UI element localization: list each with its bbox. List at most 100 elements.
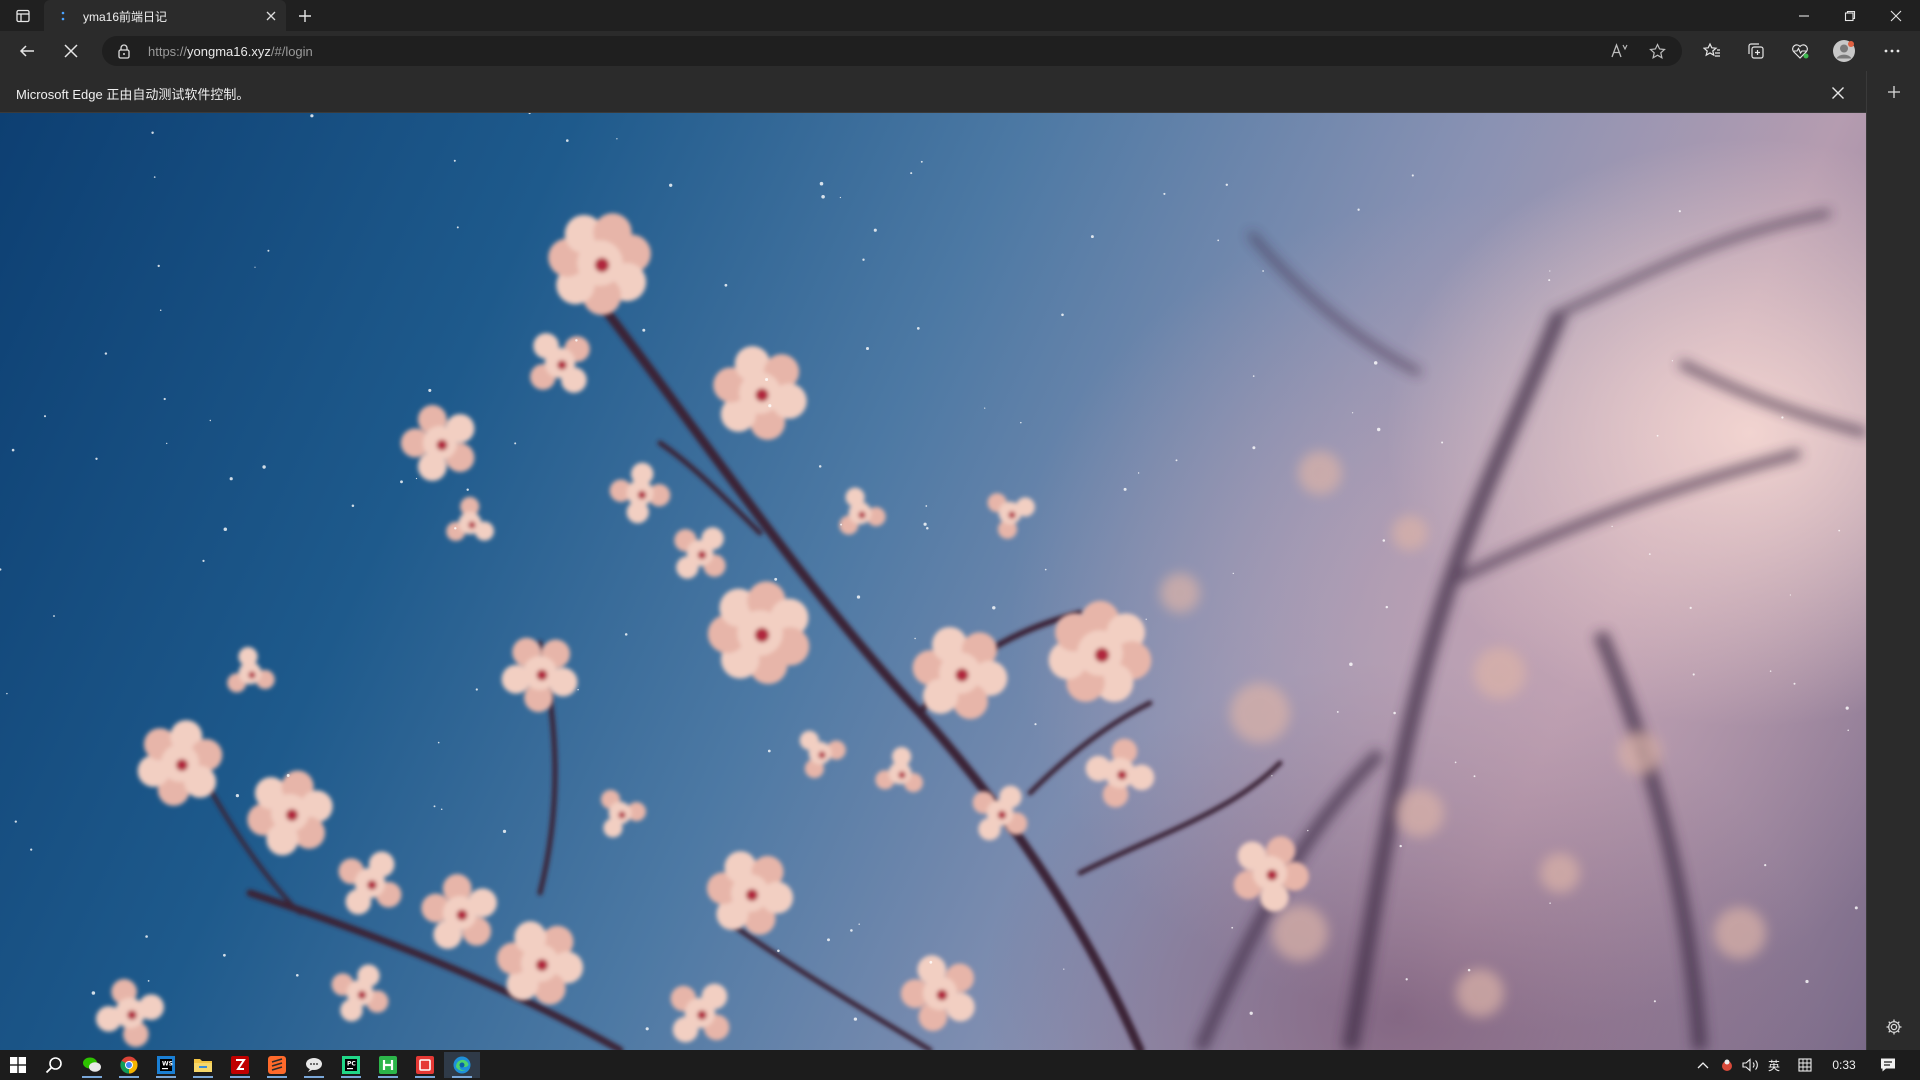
blossom-stamen (536, 669, 548, 681)
browser-essentials-button[interactable] (1785, 37, 1815, 65)
blossom-stamen (248, 671, 256, 679)
sparkle-dot (1845, 706, 1849, 710)
sparkle-dot (1648, 553, 1651, 555)
sparkle-dot (453, 159, 456, 162)
taskbar-webstorm[interactable]: WS (148, 1052, 184, 1078)
collections-button[interactable] (1741, 37, 1771, 65)
taskbar-filezilla[interactable] (222, 1052, 258, 1078)
sparkle-dot (992, 606, 996, 610)
new-tab-button[interactable] (292, 4, 318, 28)
blossom-stamen (997, 810, 1007, 820)
sparkle-dot (254, 266, 256, 268)
settings-more-button[interactable] (1877, 37, 1907, 65)
start-button[interactable] (0, 1052, 36, 1078)
blossom-stamen (697, 1010, 707, 1020)
blossom-stamen (557, 360, 567, 370)
sparkle-dot (1232, 572, 1235, 575)
sparkle-dot (1805, 979, 1809, 984)
back-button[interactable] (12, 37, 42, 65)
sidebar-settings-button[interactable] (1883, 1016, 1905, 1038)
profile-button[interactable] (1829, 37, 1859, 65)
edge-icon (453, 1056, 471, 1074)
sparkle-dot (456, 226, 459, 229)
infobar-close-button[interactable] (1828, 83, 1848, 103)
taskbar-edge[interactable] (444, 1052, 480, 1078)
sparkle-dot (1163, 192, 1166, 195)
restore-button[interactable] (1827, 0, 1873, 31)
read-aloud-button[interactable] (1610, 42, 1630, 60)
sparkle-dot (767, 749, 771, 753)
gear-icon (1886, 1019, 1902, 1035)
sparkle-dot (1123, 487, 1127, 491)
sparkle-dot (839, 196, 842, 199)
address-bar[interactable]: https://yongma16.xyz/#/login (102, 36, 1682, 66)
taskbar-search-button[interactable] (36, 1052, 72, 1078)
taskbar-wechat[interactable] (74, 1052, 110, 1078)
tray-overflow-button[interactable] (1694, 1050, 1712, 1080)
sparkle-dot (853, 1017, 858, 1021)
sparkle-dot (14, 820, 17, 823)
sparkle-dot (616, 138, 618, 140)
automation-infobar: Microsoft Edge 正由自动测试软件控制。 (0, 71, 1866, 113)
url-text[interactable]: https://yongma16.xyz/#/login (148, 44, 313, 59)
add-favorite-button[interactable] (1647, 42, 1667, 60)
sparkle-dot (862, 258, 865, 261)
blossom-stamen (697, 550, 707, 560)
taskbar-chat-bubble[interactable] (296, 1052, 332, 1078)
sparkle-dot (1145, 618, 1147, 620)
sparkle-dot (1399, 844, 1402, 848)
sparkle-dot (1656, 434, 1659, 437)
sparkle-dot (821, 195, 825, 199)
tab-close-button[interactable] (262, 7, 280, 25)
close-window-button[interactable] (1873, 0, 1919, 31)
sparkle-dot (929, 960, 933, 964)
volume-button[interactable] (1740, 1050, 1762, 1080)
taskbar-red-app[interactable] (407, 1052, 443, 1078)
stop-loading-button[interactable] (56, 37, 86, 65)
tray-app-button[interactable] (1717, 1050, 1737, 1080)
ime-mode-button[interactable] (1794, 1050, 1816, 1080)
lock-icon[interactable] (116, 43, 132, 59)
sparkle-dot (624, 633, 628, 636)
blossom-stamen (127, 1010, 137, 1020)
ime-language-indicator[interactable]: 英 (1764, 1050, 1784, 1080)
folder-icon (194, 1059, 212, 1072)
sparkle-dot (642, 328, 646, 332)
favorites-icon (1703, 42, 1720, 57)
sparkle-dot (267, 249, 270, 252)
sidebar-add-button[interactable] (1883, 81, 1905, 103)
plus-icon (299, 10, 311, 22)
sparkle-dot (454, 527, 457, 530)
sparkle-dot (1405, 978, 1408, 981)
taskbar-pycharm[interactable]: PC (333, 1052, 369, 1078)
tab-actions-icon (16, 9, 30, 23)
taskbar-chrome[interactable] (111, 1052, 147, 1078)
sparkle-dot (575, 339, 578, 342)
sparkle-dot (856, 595, 861, 599)
url-path: /#/login (270, 44, 313, 59)
blossom-stamen (755, 388, 769, 402)
windows-taskbar: WS PC 英 0:33 (0, 1050, 1920, 1080)
chat-bubble-icon (306, 1058, 322, 1072)
taskbar-sublime[interactable] (259, 1052, 295, 1078)
sparkle-dot (1671, 360, 1674, 362)
favorites-button[interactable] (1697, 37, 1727, 65)
sparkle-dot (1793, 682, 1796, 685)
sparkle-dot (202, 559, 205, 562)
action-center-button[interactable] (1874, 1050, 1902, 1080)
sparkle-dot (1764, 864, 1767, 867)
notification-icon (1881, 1058, 1895, 1072)
sparkle-dot (1373, 361, 1378, 365)
sublime-icon (268, 1056, 286, 1074)
minimize-button[interactable] (1781, 0, 1827, 31)
clock[interactable]: 0:33 (1826, 1050, 1862, 1080)
taskbar-hbuilder[interactable] (370, 1052, 406, 1078)
speaker-icon (1742, 1058, 1758, 1072)
browser-tab-active[interactable]: yma16前端日记 (44, 0, 286, 31)
taskbar-file-explorer[interactable] (185, 1052, 221, 1078)
sparkle-dot (262, 465, 266, 469)
sparkle-dot (1548, 279, 1551, 282)
tab-actions-button[interactable] (10, 4, 36, 28)
tab-title: yma16前端日记 (83, 10, 168, 24)
browser-toolbar: https://yongma16.xyz/#/login (0, 31, 1920, 71)
